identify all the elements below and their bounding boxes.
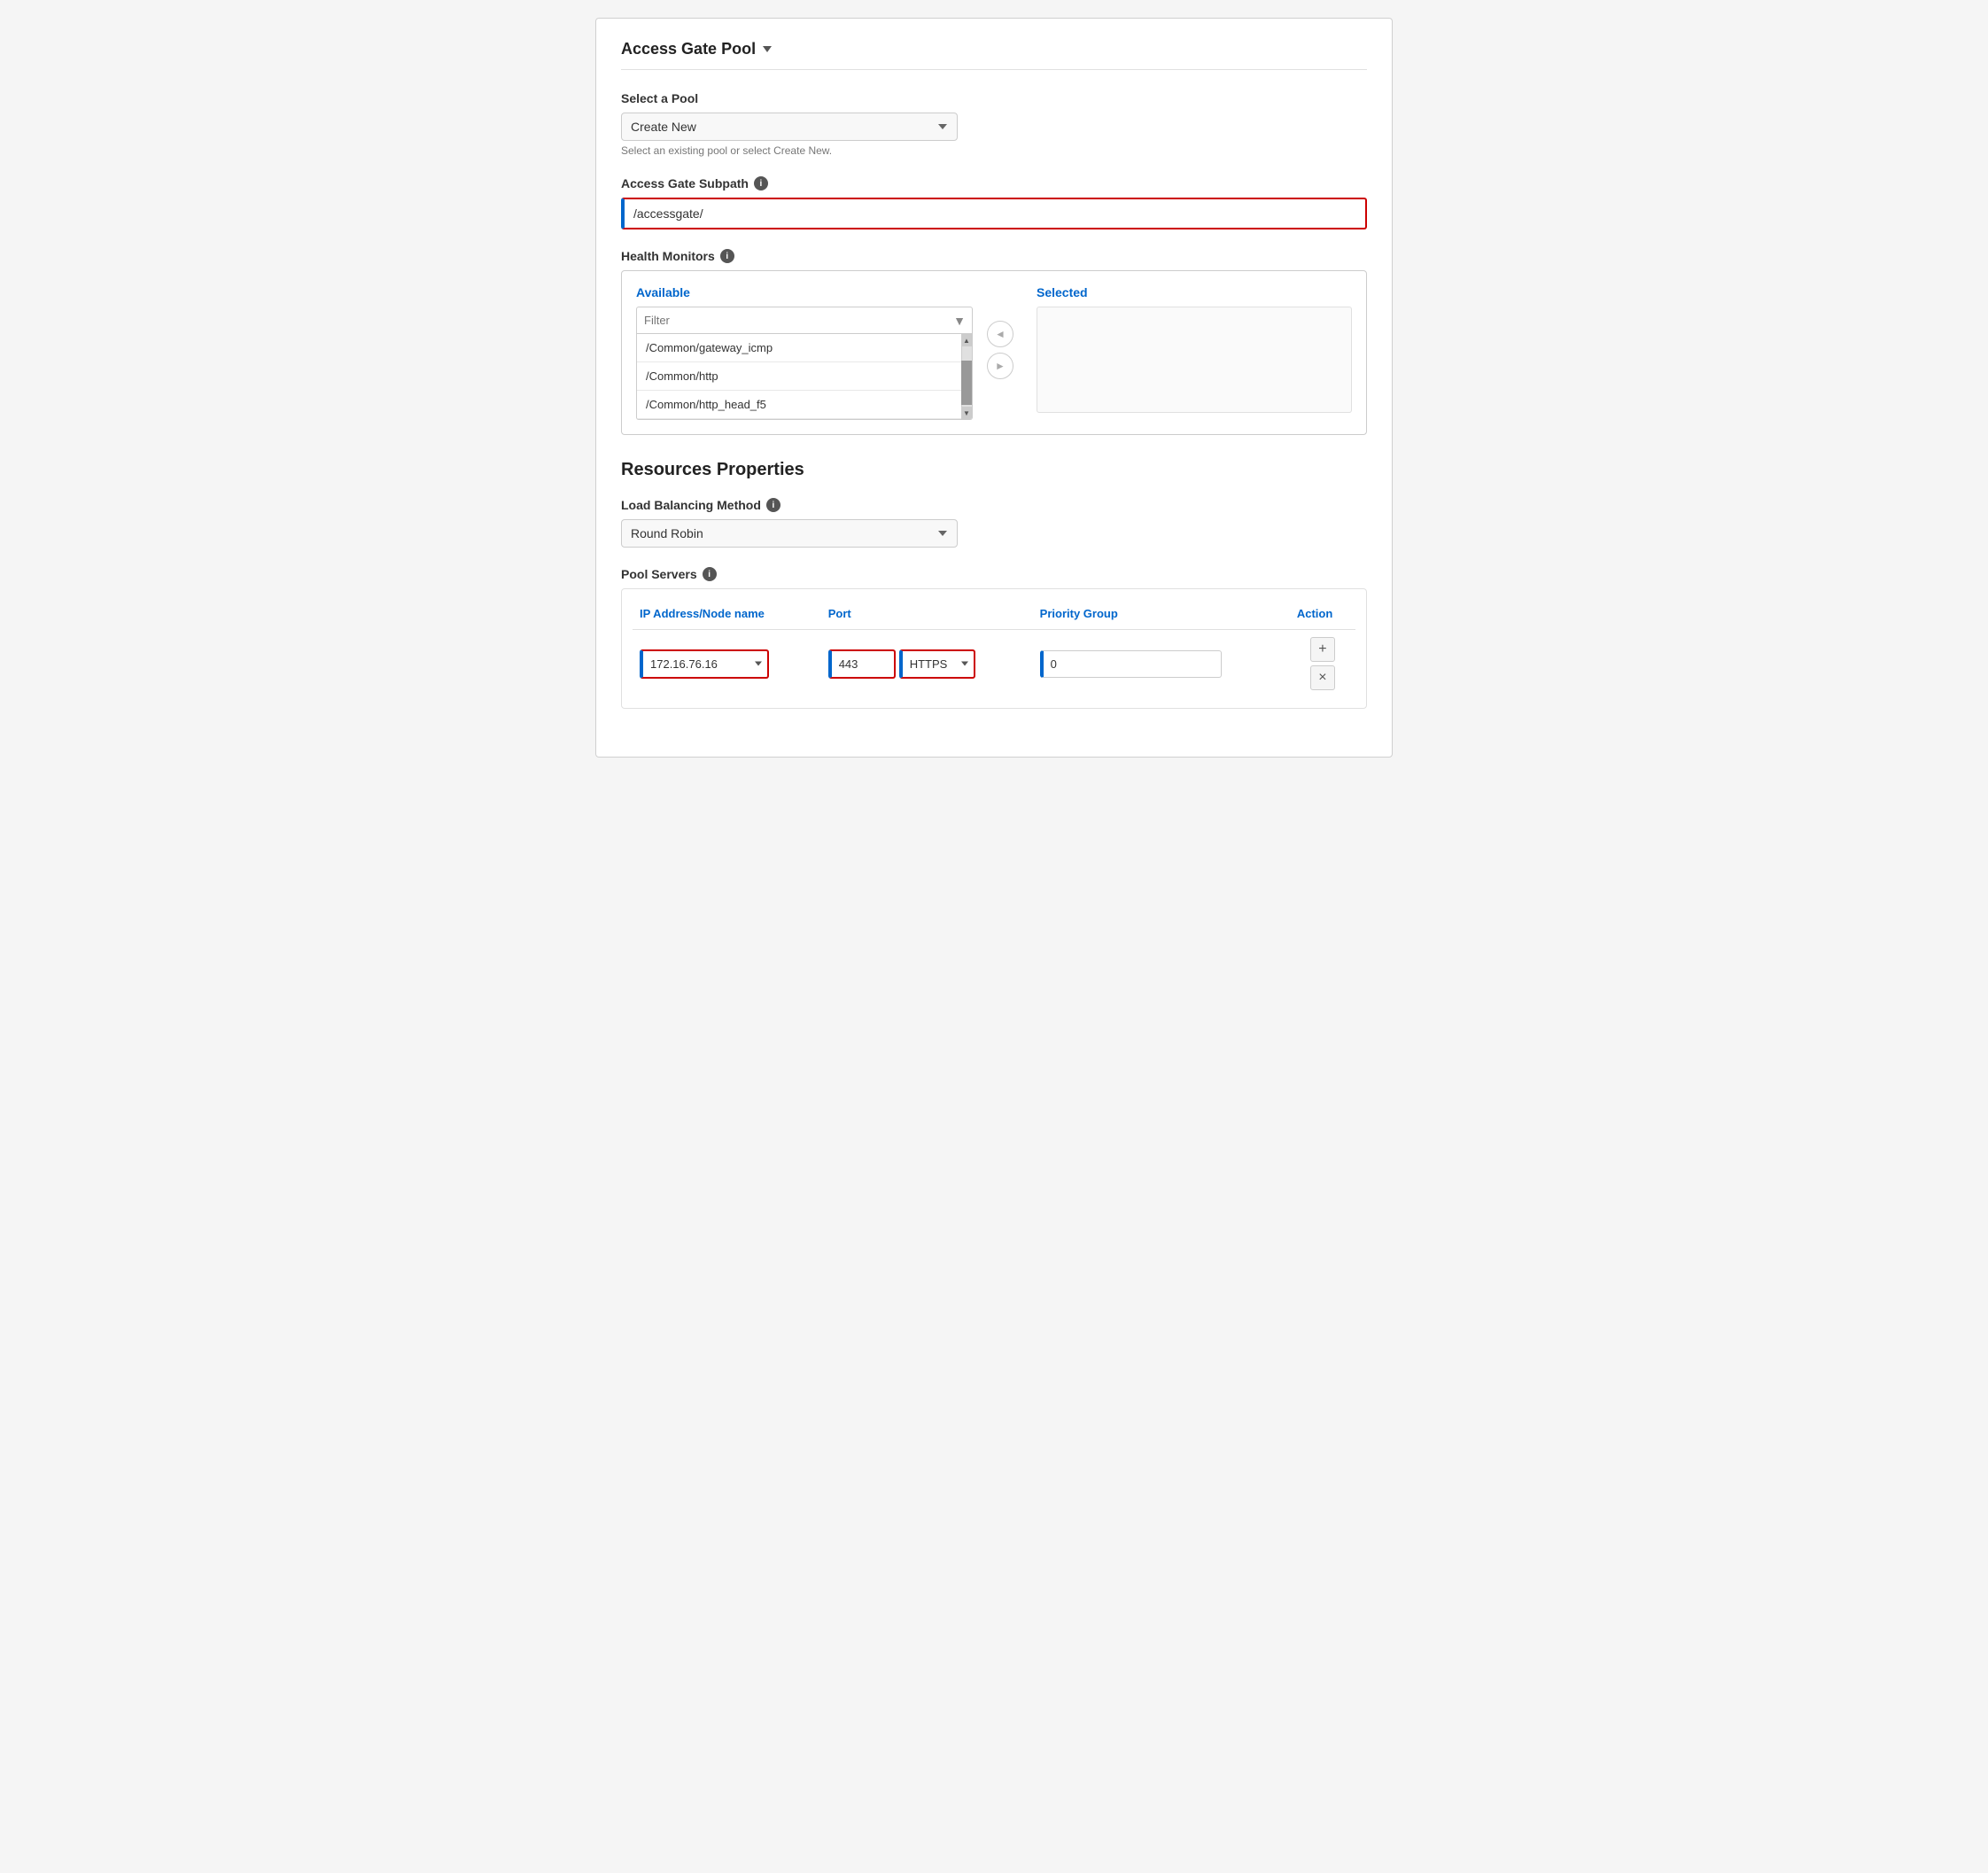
pool-servers-section: Pool Servers i IP Address/Node name Port… [621, 567, 1367, 709]
port-input[interactable] [832, 651, 894, 677]
load-balancing-dropdown[interactable]: Round Robin [621, 519, 958, 548]
select-pool-section: Select a Pool Create New Select an exist… [621, 91, 1367, 157]
move-left-button[interactable]: ◄ [987, 321, 1013, 347]
protocol-wrapper: HTTPS [899, 649, 975, 679]
pool-servers-table: IP Address/Node name Port Priority Group… [633, 600, 1355, 697]
remove-icon: × [1318, 671, 1326, 685]
access-gate-subpath-section: Access Gate Subpath i [621, 176, 1367, 229]
hm-selected-box [1037, 307, 1352, 413]
health-monitors-label: Health Monitors i [621, 249, 1367, 263]
access-gate-subpath-input[interactable] [621, 198, 1367, 229]
card-header: Access Gate Pool [621, 40, 1367, 70]
hm-list: /Common/gateway_icmp /Common/http /Commo… [636, 334, 973, 420]
cell-ip: 172.16.76.16 [633, 630, 821, 698]
add-row-button[interactable]: + [1310, 637, 1335, 662]
pool-servers-label: Pool Servers i [621, 567, 1367, 581]
access-gate-subpath-label: Access Gate Subpath i [621, 176, 1367, 190]
select-pool-dropdown[interactable]: Create New [621, 113, 958, 141]
access-gate-pool-card: Access Gate Pool Select a Pool Create Ne… [595, 18, 1393, 758]
health-monitors-columns: Available ▼ /Common/gateway_icmp /Common… [636, 285, 1352, 420]
access-gate-subpath-info-icon: i [754, 176, 768, 190]
list-item[interactable]: /Common/http [637, 362, 972, 391]
health-monitors-section: Health Monitors i Available ▼ /Common/ga… [621, 249, 1367, 435]
priority-wrapper [1040, 650, 1222, 678]
hm-filter-input[interactable] [636, 307, 973, 334]
pool-servers-box: IP Address/Node name Port Priority Group… [621, 588, 1367, 709]
cell-action: + × [1290, 630, 1355, 698]
arrow-left-icon: ◄ [995, 328, 1006, 340]
load-balancing-label: Load Balancing Method i [621, 498, 1367, 512]
table-header-row: IP Address/Node name Port Priority Group… [633, 600, 1355, 630]
select-pool-wrapper: Create New [621, 113, 958, 141]
hm-actions: ◄ ► [987, 321, 1022, 379]
cell-priority [1033, 630, 1290, 698]
hm-selected-label: Selected [1037, 285, 1352, 299]
port-field-row: HTTPS [828, 649, 1026, 679]
health-monitors-box: Available ▼ /Common/gateway_icmp /Common… [621, 270, 1367, 435]
hm-available-label: Available [636, 285, 973, 299]
col-header-ip: IP Address/Node name [633, 600, 821, 630]
add-icon: + [1318, 642, 1326, 657]
port-wrapper [828, 649, 896, 679]
hm-selected-col: Selected [1037, 285, 1352, 413]
load-balancing-section: Load Balancing Method i Round Robin [621, 498, 1367, 548]
load-balancing-wrapper: Round Robin [621, 519, 958, 548]
list-item[interactable]: /Common/http_head_f5 [637, 391, 972, 419]
remove-row-button[interactable]: × [1310, 665, 1335, 690]
list-item[interactable]: /Common/gateway_icmp [637, 334, 972, 362]
priority-input[interactable] [1044, 651, 1221, 677]
resources-properties-title: Resources Properties [621, 460, 1367, 480]
health-monitors-info-icon: i [720, 249, 734, 263]
header-chevron-icon[interactable] [763, 46, 772, 52]
ip-dropdown[interactable]: 172.16.76.16 [643, 651, 767, 677]
arrow-right-icon: ► [995, 360, 1006, 372]
action-buttons: + × [1297, 637, 1348, 690]
scrollbar-down-arrow[interactable]: ▼ [961, 407, 972, 419]
pool-servers-info-icon: i [703, 567, 717, 581]
ip-select-wrapper: 172.16.76.16 [640, 649, 769, 679]
move-right-button[interactable]: ► [987, 353, 1013, 379]
select-pool-helper: Select an existing pool or select Create… [621, 144, 1367, 157]
card-title: Access Gate Pool [621, 40, 756, 58]
scrollbar-thumb[interactable] [961, 361, 972, 405]
col-header-action: Action [1290, 600, 1355, 630]
scrollbar-up-arrow[interactable]: ▲ [961, 334, 972, 346]
table-row: 172.16.76.16 [633, 630, 1355, 698]
select-pool-label: Select a Pool [621, 91, 1367, 105]
col-header-port: Port [821, 600, 1033, 630]
hm-available-col: Available ▼ /Common/gateway_icmp /Common… [636, 285, 973, 420]
cell-port: HTTPS [821, 630, 1033, 698]
hm-scrollbar[interactable]: ▲ ▼ [961, 334, 972, 419]
protocol-dropdown[interactable]: HTTPS [903, 651, 974, 677]
col-header-priority: Priority Group [1033, 600, 1290, 630]
load-balancing-info-icon: i [766, 498, 780, 512]
hm-filter-wrapper: ▼ [636, 307, 973, 334]
